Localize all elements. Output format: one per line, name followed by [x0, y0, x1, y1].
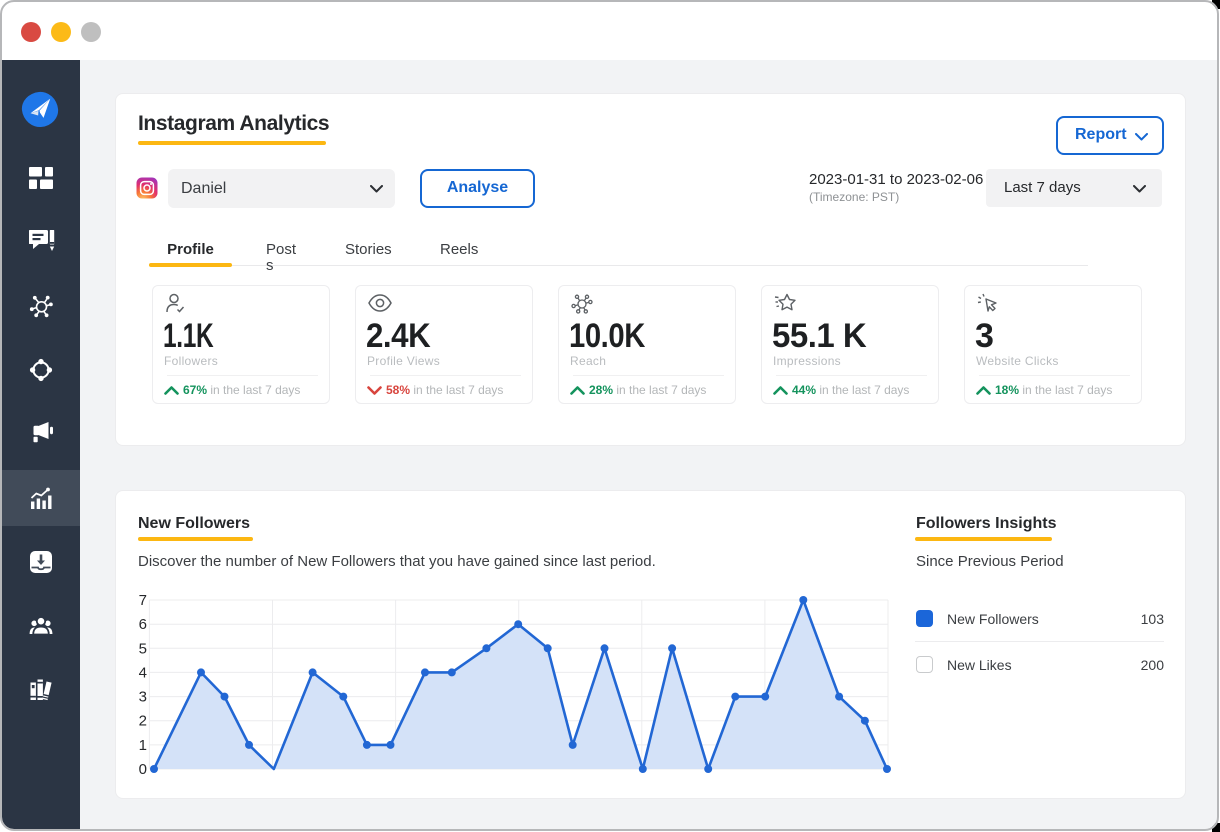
svg-text:3: 3: [139, 689, 147, 706]
svg-text:5: 5: [139, 640, 147, 657]
svg-text:4: 4: [139, 664, 147, 681]
svg-text:2: 2: [139, 713, 147, 730]
svg-text:1: 1: [139, 737, 147, 754]
svg-text:7: 7: [139, 592, 147, 609]
svg-text:6: 6: [139, 616, 147, 633]
svg-text:0: 0: [139, 761, 147, 778]
